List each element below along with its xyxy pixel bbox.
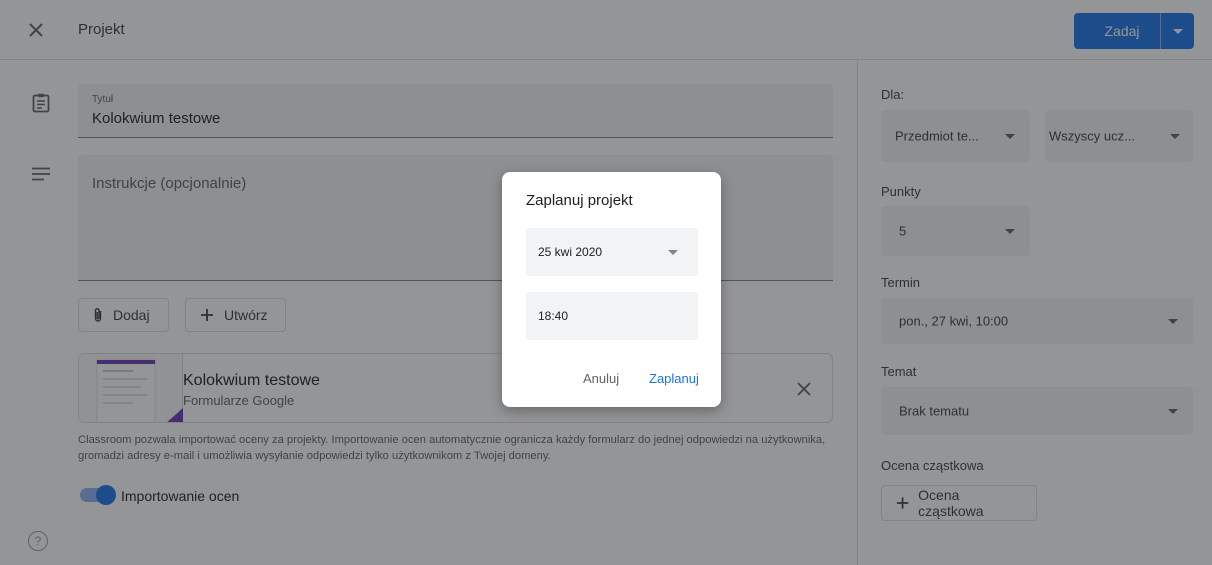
date-value: 25 kwi 2020 bbox=[538, 245, 603, 259]
time-input[interactable]: 18:40 bbox=[526, 292, 698, 340]
schedule-button[interactable]: Zaplanuj bbox=[649, 371, 699, 386]
schedule-dialog: Zaplanuj projekt 25 kwi 2020 18:40 Anulu… bbox=[502, 172, 721, 407]
date-picker[interactable]: 25 kwi 2020 bbox=[526, 228, 698, 276]
cancel-button[interactable]: Anuluj bbox=[583, 371, 619, 386]
time-value: 18:40 bbox=[538, 309, 569, 323]
dialog-title: Zaplanuj projekt bbox=[526, 192, 633, 209]
caret-down-icon bbox=[668, 250, 678, 255]
assignment-editor: Projekt Zadaj Tytuł Kolokwium testowe In… bbox=[0, 0, 1212, 565]
